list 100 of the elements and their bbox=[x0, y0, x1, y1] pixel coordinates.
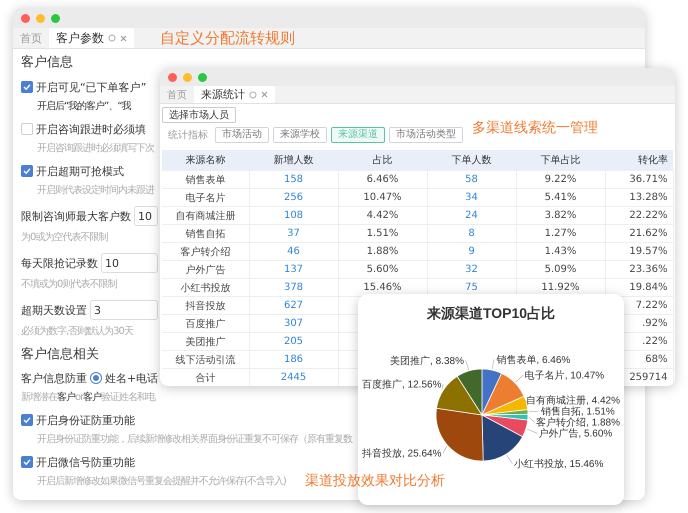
window-maximize-button[interactable] bbox=[51, 14, 60, 22]
table-cell: 259714 bbox=[629, 372, 668, 384]
count-link[interactable]: 378 bbox=[284, 282, 304, 293]
table-cell: 5.60% bbox=[366, 264, 398, 275]
count-link[interactable]: 37 bbox=[287, 228, 300, 239]
radio-label[interactable]: 姓名+电话 bbox=[105, 370, 158, 386]
tab[interactable]: 来源统计 bbox=[194, 86, 275, 103]
checkmark-icon bbox=[23, 458, 31, 466]
slice-label: 小红书投放, 15.46% bbox=[514, 459, 604, 470]
filter-tab[interactable]: 来源学校 bbox=[273, 127, 327, 143]
count-link[interactable]: 2445 bbox=[280, 372, 306, 384]
table-cell: 销售表单 bbox=[185, 174, 226, 186]
hint-text: 为0或为空代表不限制 bbox=[21, 231, 108, 245]
section-title: 客户信息相关 bbox=[21, 346, 99, 364]
filter-tab[interactable]: 市场活动 bbox=[215, 127, 269, 143]
leader-line bbox=[515, 374, 524, 382]
caption-text: 自定义分配流转规则 bbox=[160, 28, 295, 48]
table-cell: 自有商城注册 bbox=[175, 210, 236, 222]
input-field[interactable]: 3 bbox=[90, 300, 158, 320]
table-cell: 线下活动引流 bbox=[175, 354, 236, 366]
checkbox[interactable] bbox=[21, 123, 33, 135]
checkbox[interactable] bbox=[21, 81, 33, 93]
checkbox-label: 开启可见“已下单客户” bbox=[36, 80, 146, 94]
leader-line bbox=[442, 446, 448, 454]
slice-label: 客户转介绍, 1.88% bbox=[536, 418, 620, 429]
hint-text: 不填或为0则代表不限制 bbox=[21, 278, 116, 292]
table-cell: 6.46% bbox=[366, 174, 398, 185]
window-maximize-button[interactable] bbox=[198, 72, 207, 82]
slice-label: 销售自拓, 1.51% bbox=[540, 406, 615, 418]
table-cell: 7.22% bbox=[636, 300, 668, 311]
checkmark-icon bbox=[23, 167, 31, 175]
refresh-icon[interactable] bbox=[108, 34, 116, 42]
filter-tab[interactable]: 来源渠道 bbox=[331, 127, 385, 143]
radio-button[interactable] bbox=[90, 372, 102, 384]
hint-text: 新增潜在客户or客户验证姓名和电 bbox=[21, 391, 156, 405]
filter-tab[interactable]: 市场活动类型 bbox=[389, 127, 463, 143]
input-field[interactable]: 10 bbox=[134, 206, 158, 226]
count-link[interactable]: 205 bbox=[284, 336, 304, 347]
hint-text: 开启咨询跟进时必须填写下次 bbox=[37, 142, 154, 156]
column-header: 下单占比 bbox=[516, 150, 605, 170]
refresh-icon[interactable] bbox=[249, 90, 257, 98]
count-link[interactable]: 75 bbox=[465, 282, 478, 293]
count-link[interactable]: 9 bbox=[468, 246, 475, 257]
column-header: 占比 bbox=[338, 150, 427, 170]
tab[interactable]: 客户参数 bbox=[49, 28, 134, 48]
count-link[interactable]: 108 bbox=[284, 210, 304, 221]
count-link[interactable]: 8 bbox=[468, 228, 475, 239]
input-field[interactable]: 10 bbox=[101, 253, 158, 273]
field-label: 超期天数设置 bbox=[21, 302, 87, 318]
count-link[interactable]: 627 bbox=[284, 300, 304, 311]
table-cell: 22.22% bbox=[629, 210, 668, 221]
count-link[interactable]: 24 bbox=[465, 210, 478, 221]
table-cell: 13.28% bbox=[629, 192, 668, 203]
select-button[interactable]: 选择市场人员 bbox=[162, 107, 236, 123]
tab[interactable]: 首页 bbox=[160, 86, 194, 103]
table-cell: 15.46% bbox=[363, 282, 402, 293]
table-cell: 11.92% bbox=[541, 282, 580, 293]
table-cell: 合计 bbox=[195, 372, 216, 384]
table-cell: 美团推广 bbox=[185, 336, 226, 348]
table-cell: 销售自拓 bbox=[185, 228, 226, 240]
checkbox[interactable] bbox=[21, 414, 33, 426]
leader-line bbox=[528, 416, 535, 422]
slice-label: 户外广告, 5.60% bbox=[538, 428, 612, 440]
table-cell: .92% bbox=[642, 318, 668, 329]
window-minimize-button[interactable] bbox=[183, 72, 192, 82]
count-link[interactable]: 137 bbox=[284, 264, 304, 275]
count-link[interactable]: 58 bbox=[465, 174, 478, 185]
window-minimize-button[interactable] bbox=[36, 14, 45, 22]
caption-text: 多渠道线索统一管理 bbox=[472, 119, 598, 137]
count-link[interactable]: 32 bbox=[465, 264, 478, 275]
field-label: 限制咨询师最大客户数 bbox=[21, 208, 131, 224]
tab[interactable]: 首页 bbox=[13, 28, 49, 48]
count-link[interactable]: 46 bbox=[287, 246, 300, 257]
hint-text: 必须为数字,否则默认为30天 bbox=[21, 325, 133, 339]
checkbox[interactable] bbox=[21, 456, 33, 468]
table-cell: 19.57% bbox=[629, 246, 668, 257]
table-cell: 5.41% bbox=[544, 192, 576, 203]
table-cell: 5.09% bbox=[544, 264, 576, 275]
table-cell: 抖音投放 bbox=[185, 300, 226, 312]
count-link[interactable]: 158 bbox=[284, 174, 304, 185]
leader-line bbox=[526, 428, 538, 434]
checkbox-label: 开启微信号防重功能 bbox=[36, 454, 135, 470]
close-icon[interactable] bbox=[261, 91, 268, 98]
window-close-button[interactable] bbox=[21, 14, 30, 22]
window-close-button[interactable] bbox=[168, 72, 177, 82]
field-label: 客户信息防重 bbox=[21, 370, 87, 386]
checkbox[interactable] bbox=[21, 165, 33, 177]
leader-line bbox=[506, 454, 513, 464]
count-link[interactable]: 307 bbox=[284, 318, 304, 329]
column-header: 新增人数 bbox=[249, 150, 338, 170]
count-link[interactable]: 256 bbox=[284, 192, 304, 203]
count-link[interactable]: 34 bbox=[465, 192, 478, 203]
count-link[interactable]: 186 bbox=[284, 354, 304, 365]
checkbox-label: 开启身份证防重功能 bbox=[36, 412, 135, 428]
table-cell: 1.27% bbox=[544, 228, 576, 239]
leader-line bbox=[528, 410, 539, 412]
slice-label: 百度推广, 12.56% bbox=[362, 380, 442, 391]
leader-line bbox=[442, 384, 444, 390]
close-icon[interactable] bbox=[120, 34, 127, 42]
leader-line bbox=[492, 359, 494, 370]
